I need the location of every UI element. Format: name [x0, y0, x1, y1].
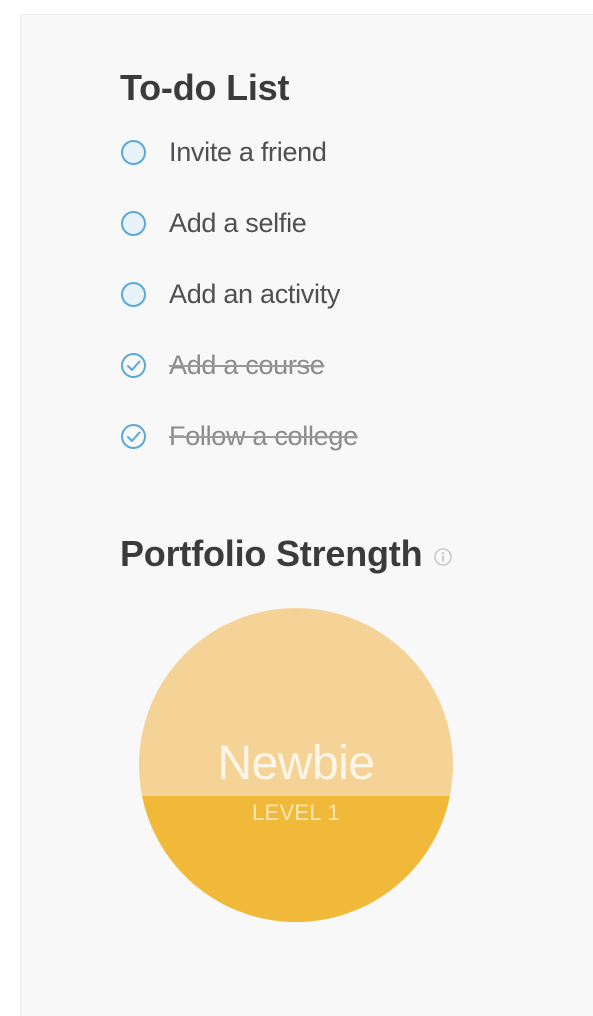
circle-checkbox-icon[interactable] — [120, 210, 147, 237]
todo-item-label: Invite a friend — [169, 137, 327, 167]
circle-checkbox-icon[interactable] — [120, 281, 147, 308]
todo-item[interactable]: Follow a college — [120, 421, 358, 492]
todo-list-title: To-do List — [120, 67, 290, 108]
todo-item-label: Add a selfie — [169, 208, 307, 238]
todo-item[interactable]: Invite a friend — [120, 137, 358, 208]
todo-item[interactable]: Add a course — [120, 350, 358, 421]
todo-item[interactable]: Add an activity — [120, 279, 358, 350]
portfolio-strength-header: Portfolio Strength — [120, 533, 453, 575]
todo-item[interactable]: Add a selfie — [120, 208, 358, 279]
todo-item-label: Follow a college — [169, 421, 358, 451]
circle-checkbox-icon[interactable] — [120, 423, 147, 450]
circle-checkbox-icon[interactable] — [120, 352, 147, 379]
portfolio-level-circle: Newbie LEVEL 1 — [139, 608, 453, 922]
sidebar-panel: To-do List Invite a friend Add a selfie … — [20, 14, 593, 1016]
level-name: Newbie — [217, 737, 375, 790]
todo-list: Invite a friend Add a selfie Add an acti… — [120, 137, 358, 492]
level-number: LEVEL 1 — [251, 800, 341, 825]
todo-item-label: Add an activity — [169, 279, 341, 309]
info-icon[interactable] — [434, 548, 453, 566]
portfolio-strength-title: Portfolio Strength — [120, 533, 423, 574]
circle-checkbox-icon[interactable] — [120, 139, 147, 166]
todo-item-label: Add a course — [169, 350, 325, 380]
